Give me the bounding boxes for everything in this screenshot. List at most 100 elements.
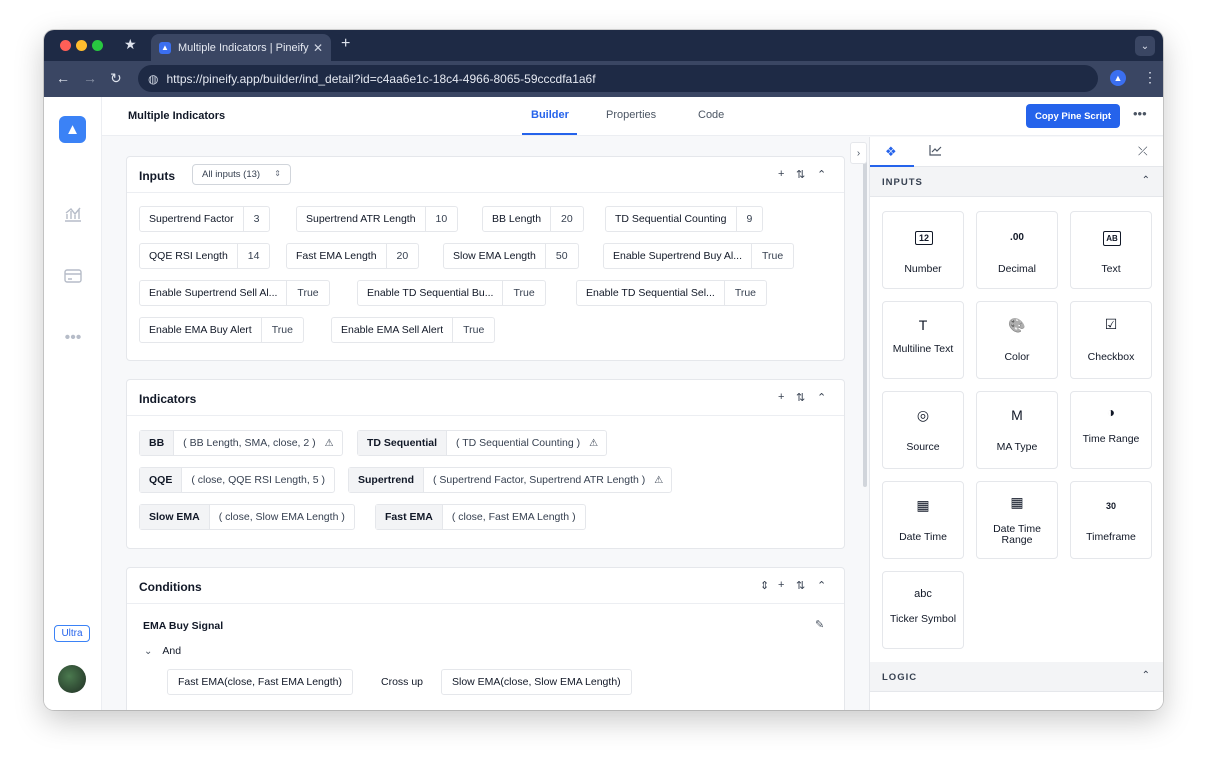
date-time-range-input-tile[interactable]: ▦ Date Time Range <box>976 481 1058 559</box>
add-icon[interactable]: + <box>778 391 784 403</box>
reload-icon[interactable]: ↻ <box>110 70 122 87</box>
input-chip[interactable]: Slow EMA Length 50 <box>443 243 579 269</box>
indicator-params: ( BB Length, SMA, close, 2 ) <box>183 437 316 449</box>
time-range-input-tile[interactable]: ◑ Time Range <box>1070 391 1152 469</box>
indicator-chip[interactable]: Slow EMA ( close, Slow EMA Length ) <box>139 504 355 530</box>
more-icon[interactable]: ••• <box>62 327 84 349</box>
chevron-up-icon: ⌃ <box>1141 175 1150 186</box>
sort-icon[interactable]: ⇅ <box>796 579 805 592</box>
forward-arrow-icon[interactable]: → <box>83 70 97 86</box>
checkbox-input-tile[interactable]: ☑ Checkbox <box>1070 301 1152 379</box>
sort-icon[interactable]: ⇅ <box>796 168 805 181</box>
indicator-chip[interactable]: Fast EMA ( close, Fast EMA Length ) <box>375 504 586 530</box>
credit-card-icon[interactable] <box>62 265 84 287</box>
collapse-icon[interactable]: ⌃ <box>817 579 826 592</box>
chart-tab-icon[interactable] <box>929 144 942 159</box>
indicator-name: QQE <box>140 468 183 492</box>
input-label: Supertrend Factor <box>149 213 234 225</box>
browser-tab[interactable]: ▲ Multiple Indicators | Pineify ✕ <box>151 34 331 61</box>
inputs-filter-select[interactable]: All inputs (13) ⇕ <box>192 164 291 185</box>
input-chip[interactable]: Supertrend ATR Length 10 <box>296 206 459 232</box>
copy-pine-script-button[interactable]: Copy Pine Script <box>1026 104 1120 128</box>
timeframe-input-tile[interactable]: 30 Timeframe <box>1070 481 1152 559</box>
close-tab-icon[interactable]: ✕ <box>313 41 323 55</box>
color-input-tile[interactable]: 🎨 Color <box>976 301 1058 379</box>
edit-pencil-icon[interactable]: ✎ <box>815 618 824 631</box>
multiline-text-input-tile[interactable]: T Multiline Text <box>882 301 964 379</box>
indicator-chip[interactable]: Supertrend ( Supertrend Factor, Supertren… <box>348 467 673 493</box>
chart-icon[interactable] <box>62 203 84 225</box>
source-input-tile[interactable]: ◎ Source <box>882 391 964 469</box>
indicator-chip[interactable]: TD Sequential ( TD Sequential Counting ) ⚠ <box>357 430 608 456</box>
tile-label: Date Time <box>899 531 947 543</box>
ma-type-input-tile[interactable]: M MA Type <box>976 391 1058 469</box>
tile-label: Source <box>906 441 940 453</box>
input-chip[interactable]: Fast EMA Length 20 <box>286 243 420 269</box>
input-label: Enable EMA Sell Alert <box>341 324 444 336</box>
sort-icon[interactable]: ⇅ <box>796 391 805 404</box>
tab-builder[interactable]: Builder <box>531 109 569 121</box>
text-icon: AB <box>1103 231 1121 246</box>
minimize-window-button[interactable] <box>76 40 87 51</box>
components-tab-icon[interactable]: ❖ <box>885 144 897 160</box>
input-label: Enable TD Sequential Sel... <box>586 287 715 299</box>
page-title: Multiple Indicators <box>128 110 226 122</box>
condition-right-operand[interactable]: Slow EMA(close, Slow EMA Length) <box>441 669 632 695</box>
input-chip[interactable]: Enable Supertrend Buy Al... True <box>603 243 795 269</box>
extension-icon[interactable]: ▲ <box>1110 70 1126 86</box>
close-window-button[interactable] <box>60 40 71 51</box>
input-chip[interactable]: Enable TD Sequential Sel... True <box>576 280 768 306</box>
text-input-tile[interactable]: AB Text <box>1070 211 1152 289</box>
input-chip[interactable]: QQE RSI Length 14 <box>139 243 271 269</box>
add-icon[interactable]: + <box>778 168 784 180</box>
pineify-logo-icon[interactable]: ▲ <box>59 116 86 143</box>
avatar[interactable] <box>58 665 86 693</box>
tab-code[interactable]: Code <box>698 109 724 121</box>
logic-section-header[interactable]: LOGIC ⌃ <box>870 662 1163 692</box>
input-chip[interactable]: Enable Supertrend Sell Al... True <box>139 280 330 306</box>
ticker-symbol-input-tile[interactable]: abc Ticker Symbol <box>882 571 964 649</box>
expand-collapse-icon[interactable]: ⇕ <box>760 579 769 592</box>
new-tab-icon[interactable]: + <box>341 35 350 53</box>
input-chip[interactable]: Supertrend Factor 3 <box>139 206 271 232</box>
indicator-name: Fast EMA <box>376 505 443 529</box>
condition-operator[interactable]: Cross up <box>381 676 423 688</box>
chevron-up-icon: ⌃ <box>1141 670 1150 681</box>
collapse-sidebar-button[interactable]: › <box>850 142 867 164</box>
decimal-input-tile[interactable]: .00 Decimal <box>976 211 1058 289</box>
tab-properties[interactable]: Properties <box>606 109 656 121</box>
indicator-chip[interactable]: BB ( BB Length, SMA, close, 2 ) ⚠ <box>139 430 343 456</box>
number-input-tile[interactable]: 12 Number <box>882 211 964 289</box>
url-input[interactable]: ◍ https://pineify.app/builder/ind_detail… <box>138 65 1098 92</box>
condition-left-operand[interactable]: Fast EMA(close, Fast EMA Length) <box>167 669 353 695</box>
tab-search-icon[interactable]: ⌄ <box>1135 36 1155 56</box>
tile-label: Multiline Text <box>892 343 954 355</box>
logic-operator: And <box>162 645 182 657</box>
input-chip[interactable]: Enable EMA Buy Alert True <box>139 317 304 343</box>
add-icon[interactable]: + <box>778 579 784 591</box>
indicator-chip[interactable]: QQE ( close, QQE RSI Length, 5 ) <box>139 467 335 493</box>
collapse-icon[interactable]: ⌃ <box>817 168 826 181</box>
more-options-icon[interactable]: ••• <box>1133 106 1147 121</box>
input-chip[interactable]: Enable TD Sequential Bu... True <box>357 280 546 306</box>
input-chip[interactable]: Enable EMA Sell Alert True <box>331 317 496 343</box>
logic-group-toggle[interactable]: ⌄ And <box>144 645 181 657</box>
indicator-params: ( close, QQE RSI Length, 5 ) <box>191 474 325 486</box>
browser-menu-icon[interactable]: ⋮ <box>1143 69 1157 86</box>
collapse-icon[interactable]: ⌃ <box>817 391 826 404</box>
collapse-panel-icon[interactable]: ⤫ <box>1138 144 1148 159</box>
input-chip[interactable]: TD Sequential Counting 9 <box>605 206 764 232</box>
star-icon[interactable]: ★ <box>124 36 137 53</box>
back-arrow-icon[interactable]: ← <box>56 70 70 86</box>
input-label: Enable TD Sequential Bu... <box>367 287 494 299</box>
address-bar: ← → ↻ ◍ https://pineify.app/builder/ind_… <box>44 61 1163 97</box>
input-value: True <box>723 281 766 305</box>
date-time-input-tile[interactable]: ▦ Date Time <box>882 481 964 559</box>
indicator-name: TD Sequential <box>358 431 448 455</box>
input-chip[interactable]: BB Length 20 <box>482 206 584 232</box>
site-info-icon[interactable]: ◍ <box>148 72 158 86</box>
maximize-window-button[interactable] <box>92 40 103 51</box>
inputs-section-header[interactable]: INPUTS ⌃ <box>870 167 1163 197</box>
main-scrollbar[interactable] <box>863 147 867 487</box>
input-value: 20 <box>385 244 419 268</box>
